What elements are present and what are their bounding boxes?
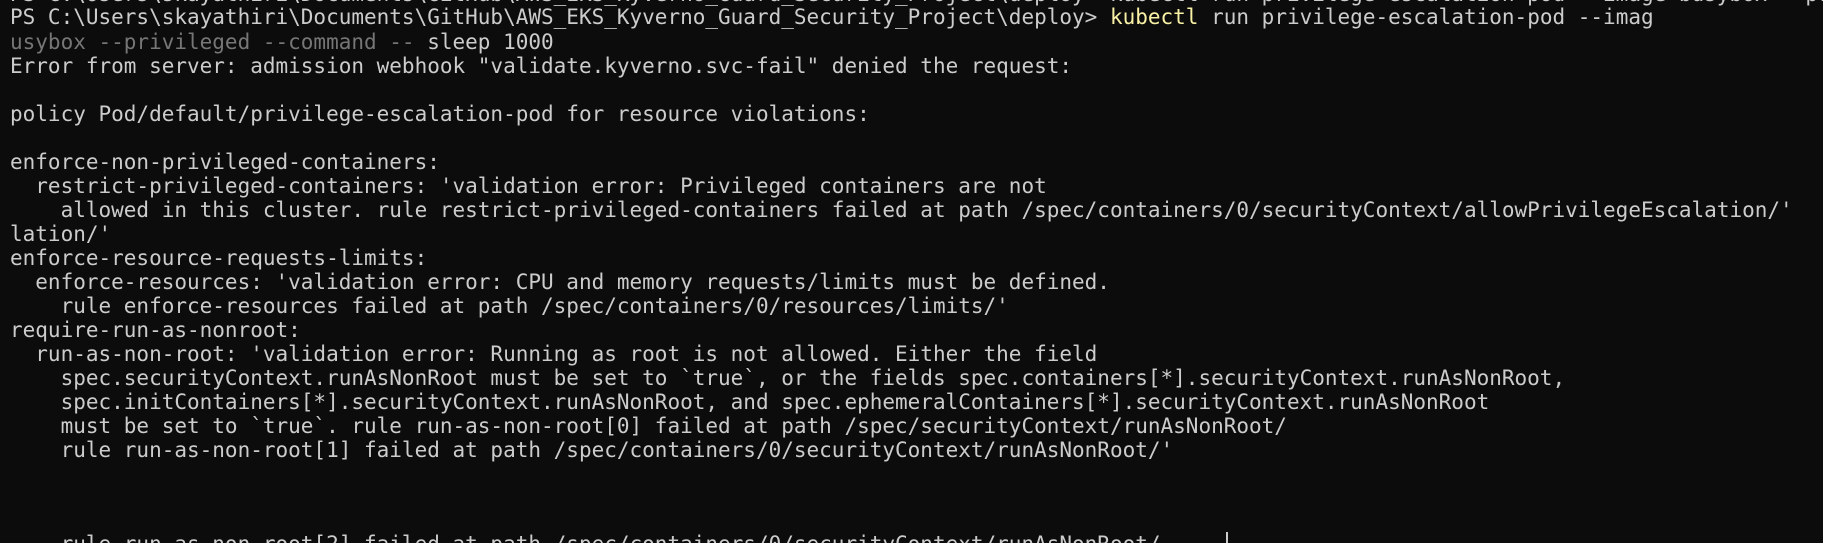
text-cursor: [1226, 532, 1228, 543]
terminal-output-line: rule run-as-non-root[1] failed at path /…: [10, 438, 1174, 462]
terminal-output-line: Error from server: admission webhook "va…: [10, 54, 1073, 78]
terminal-output-line: policy Pod/default/privilege-escalation-…: [10, 102, 870, 126]
shell-prompt: PS C:\Users\skayathiri\Documents\GitHub\…: [10, 5, 1110, 29]
command-name: kubectl: [1109, 5, 1199, 29]
terminal-prompt-line: PS C:\Users\skayathiri\Documents\GitHub\…: [10, 3, 1654, 31]
command-args: run privilege-escalation-pod --imag: [1198, 5, 1654, 29]
terminal-output-line: allowed in this cluster. rule restrict-p…: [10, 198, 1793, 222]
command-args-flags: usybox --privileged --command --: [10, 30, 415, 54]
terminal-window[interactable]: PS C:\Users\skayathiri\Documents\GitHub\…: [0, 0, 1823, 543]
terminal-line-partial-bottom: rule run-as-non-root[2] failed at path /…: [10, 530, 1161, 543]
command-args-tail: sleep 1000: [414, 30, 554, 54]
